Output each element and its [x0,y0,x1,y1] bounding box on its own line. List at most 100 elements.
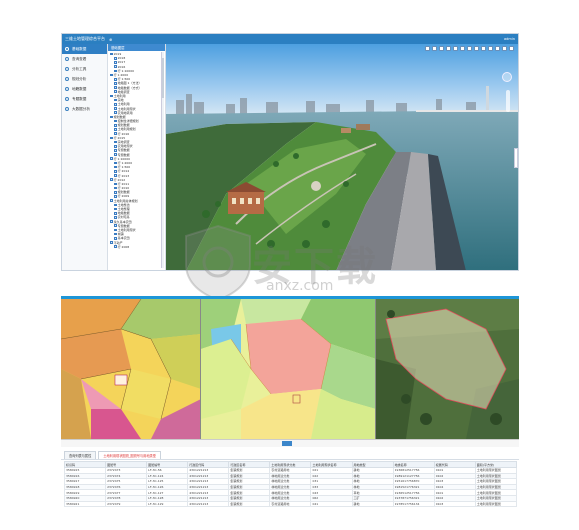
nav-item-thematic[interactable]: 专题数据 [62,94,107,104]
tree-checkbox[interactable] [114,123,117,127]
map-panel-landuse[interactable] [201,299,376,439]
tree-checkbox[interactable] [114,107,117,110]
tree-checkbox[interactable] [114,195,117,198]
tree-checkbox[interactable] [110,178,113,182]
tree-checkbox[interactable] [114,98,117,102]
tree-checkbox[interactable] [110,73,113,77]
tree-checkbox[interactable] [114,203,117,207]
nav-item-query[interactable]: 查询查看 [62,54,107,64]
map-panel-satellite[interactable] [376,299,519,439]
zoom-in-icon[interactable] [453,46,458,51]
zoom-slider[interactable] [506,90,510,112]
rotate-icon[interactable] [467,46,472,51]
tree-checkbox[interactable] [114,232,117,236]
tree-checkbox[interactable] [114,170,117,173]
layer-tree-panel: 基础图层 2019 2018 2017 2016 行 1:10000 行 1:2000 行 … [108,44,166,270]
tree-checkbox[interactable] [114,153,117,156]
table-cell: LF-3C-129 [146,500,189,508]
help-icon[interactable] [509,46,514,51]
tree-checkbox[interactable] [110,115,113,119]
pan-icon[interactable] [474,46,479,51]
left-nav: 基础数据 查询查看 分析工具 规划分析 地籍数据 专题数据 大数据分析 [62,44,108,270]
side-panel-toggle[interactable] [514,148,518,168]
tree-node-label: 行 2008 [117,244,130,249]
tree-checkbox[interactable] [114,228,117,232]
tree-checkbox[interactable] [114,69,117,73]
folder-icon [65,97,69,101]
tree-checkbox[interactable] [114,149,117,152]
compass-icon[interactable] [502,72,512,82]
tree-checkbox[interactable] [114,90,117,94]
table-row[interactable]: 3584921 2372479 LF-3C-129 4301221213 集镇规划 农村道… [63,500,518,508]
map-panel-planning[interactable] [61,299,201,439]
tree-checkbox[interactable] [110,157,113,161]
map-toolbar [425,46,514,51]
scroll-thumb[interactable] [162,58,164,98]
landuse-map [201,299,375,439]
tree-checkbox[interactable] [114,245,117,249]
tab-landuse-result[interactable]: 土地利用现状图斑_图斑号与用地类型 [98,451,161,459]
tree-checkbox[interactable] [114,132,117,135]
tree-checkbox[interactable] [114,82,117,85]
3d-viewport[interactable] [166,44,518,270]
table-cell: 2372479 [105,500,148,508]
title-suffix-icon[interactable]: ⊕ [109,37,112,42]
tree-checkbox[interactable] [114,103,117,106]
result-table: 标识码 图斑号 图斑编号 行政区代码 行政区名称 土地利用现状分类 土地利用现状名称 用地类型… [63,461,518,508]
tree-checkbox[interactable] [114,111,117,115]
tree-scrollbar[interactable] [161,52,164,268]
expand-toggle[interactable] [282,441,292,446]
3d-scene [166,44,518,270]
print-icon[interactable] [495,46,500,51]
fullscreen-icon[interactable] [446,46,451,51]
nav-item-planning[interactable]: 规划分析 [62,74,107,84]
tree-checkbox[interactable] [114,186,117,190]
tree-checkbox[interactable] [114,119,117,123]
user-name[interactable]: admin [504,37,515,41]
app-title: 三维土地管理综合平台 [65,36,105,41]
tree-checkbox[interactable] [110,199,113,202]
layers-icon[interactable] [432,46,437,51]
draw-icon[interactable] [481,46,486,51]
map-compare-panels [61,299,519,439]
tree-checkbox[interactable] [114,190,117,194]
layer-tree: 2019 2018 2017 2016 行 1:10000 行 1:2000 行 1:500… [110,52,159,268]
tree-checkbox[interactable] [114,77,117,81]
home-icon[interactable] [425,46,430,51]
tree-node[interactable]: 行 2008 [110,245,159,249]
tree-checkbox[interactable] [110,136,113,140]
tree-checkbox[interactable] [110,94,113,98]
tree-checkbox[interactable] [114,144,117,148]
map-icon [65,87,69,91]
tree-checkbox[interactable] [114,216,117,219]
tree-checkbox[interactable] [110,52,113,56]
tree-checkbox[interactable] [114,61,117,64]
nav-item-cadastral[interactable]: 地籍数据 [62,84,107,94]
tree-checkbox[interactable] [114,211,117,215]
clear-icon[interactable] [488,46,493,51]
nav-item-basic-data[interactable]: 基础数据 [62,44,107,54]
measure-icon[interactable] [439,46,444,51]
tree-checkbox[interactable] [114,140,117,144]
tree-checkbox[interactable] [110,220,113,223]
tree-checkbox[interactable] [114,165,117,169]
tree-checkbox[interactable] [114,174,117,177]
tree-checkbox[interactable] [114,86,117,89]
nav-item-analysis-tools[interactable]: 分析工具 [62,64,107,74]
table-cell: 土地利用现状图斑 [474,500,518,508]
zoom-out-icon[interactable] [460,46,465,51]
tree-checkbox[interactable] [114,237,117,240]
tree-checkbox[interactable] [114,207,117,211]
tree-checkbox[interactable] [114,56,117,60]
nav-item-big-data[interactable]: 大数据分析 [62,104,107,114]
tree-checkbox[interactable] [114,224,117,228]
table-cell: 041 [310,500,353,508]
tab-query-list[interactable]: 查询列表与属性 [64,451,97,459]
tree-checkbox[interactable] [110,241,113,244]
tree-checkbox[interactable] [114,182,117,186]
nav-label: 查询查看 [72,56,87,61]
tree-checkbox[interactable] [114,161,117,165]
settings-icon[interactable] [502,46,507,51]
tree-checkbox[interactable] [114,65,117,68]
tree-checkbox[interactable] [114,128,117,131]
